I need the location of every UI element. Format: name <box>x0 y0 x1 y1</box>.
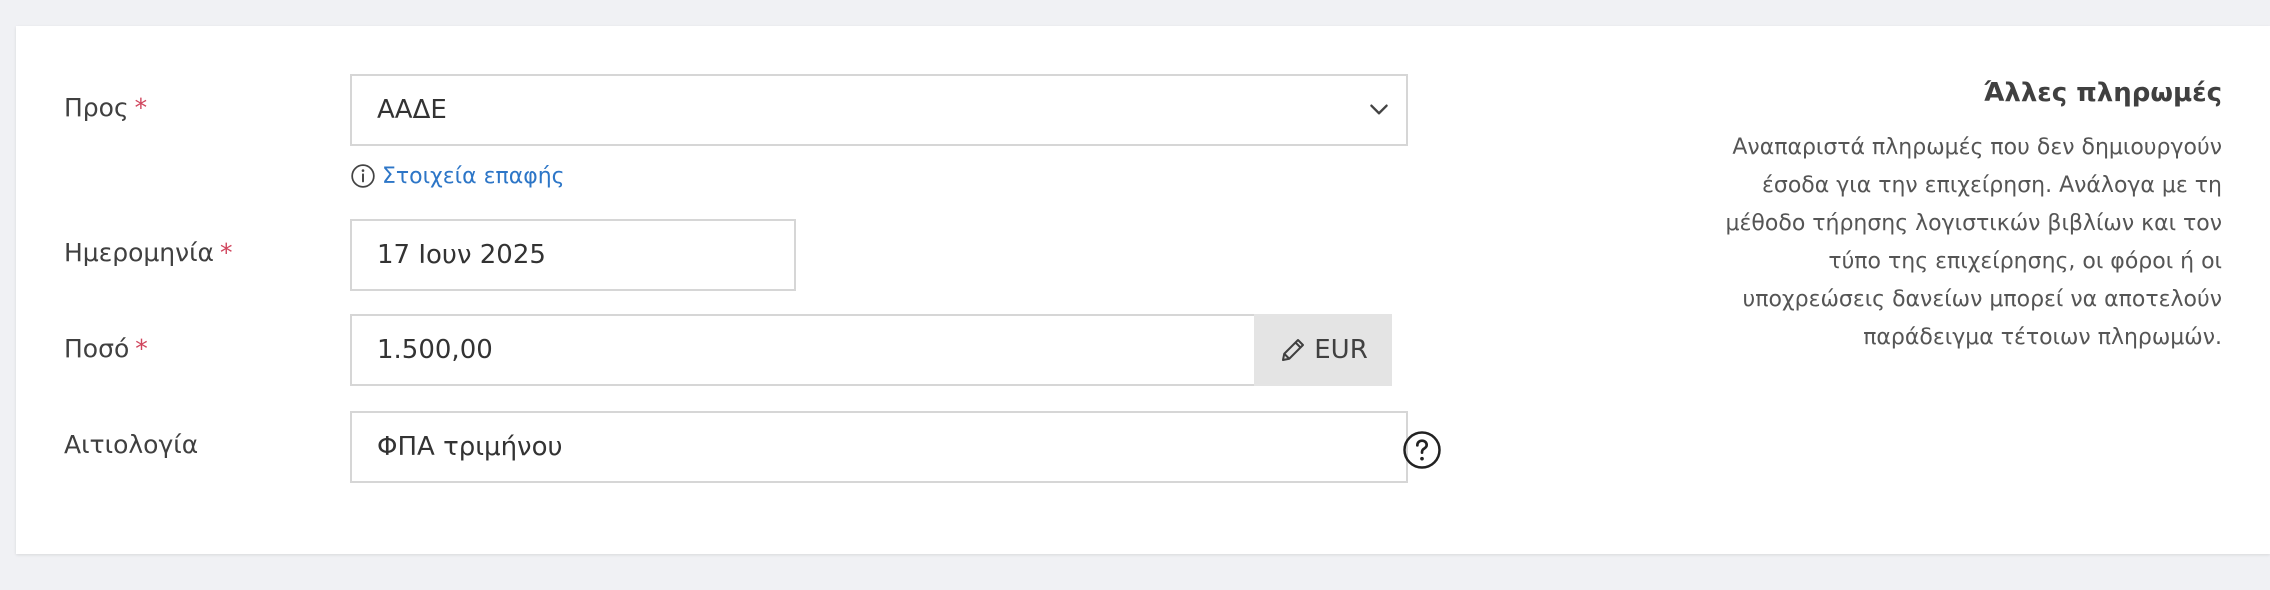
date-input-value: 17 Ιουν 2025 <box>377 240 546 270</box>
amount-label: Ποσό * <box>64 333 148 365</box>
chevron-down-icon <box>1370 104 1388 115</box>
to-label-text: Προς <box>64 93 129 122</box>
description-line: μέθοδο τήρησης λογιστικών βιβλίων και το… <box>1725 211 2222 236</box>
to-label: Προς * <box>64 92 147 124</box>
description-line: παράδειγμα τέτοιων πληρωμών. <box>1863 325 2222 350</box>
sidebar-description: Αναπαριστά πληρωμές που δεν δημιουργούν … <box>1662 129 2222 357</box>
required-mark: * <box>135 334 148 363</box>
amount-input-value: 1.500,00 <box>377 335 493 365</box>
reason-input-value: ΦΠΑ τριμήνου <box>377 432 563 462</box>
amount-input[interactable]: 1.500,00 <box>350 314 1270 386</box>
sidebar-title: Άλλες πληρωμές <box>1983 78 2222 108</box>
required-mark: * <box>134 93 148 122</box>
contact-info-link[interactable]: Στοιχεία επαφής <box>350 160 565 192</box>
description-line: τύπο της επιχείρησης, οι φόροι ή οι <box>1828 249 2222 274</box>
date-input[interactable]: 17 Ιουν 2025 <box>350 219 796 291</box>
to-select[interactable]: ΑΑΔΕ <box>350 74 1408 146</box>
pencil-icon <box>1282 339 1305 361</box>
amount-label-text: Ποσό <box>64 334 130 363</box>
required-mark: * <box>220 238 233 267</box>
description-line: υποχρεώσεις δανείων μπορεί να αποτελούν <box>1742 287 2222 312</box>
reason-label: Αιτιολογία <box>64 429 198 461</box>
help-icon[interactable] <box>1402 430 1442 470</box>
to-select-value: ΑΑΔΕ <box>377 95 447 125</box>
currency-label: EUR <box>1314 335 1368 365</box>
reason-label-text: Αιτιολογία <box>64 430 199 459</box>
date-label-text: Ημερομηνία <box>64 238 215 267</box>
date-label: Ημερομηνία * <box>64 237 233 269</box>
description-line: Αναπαριστά πληρωμές που δεν δημιουργούν <box>1732 135 2222 160</box>
info-icon <box>351 164 375 188</box>
reason-input[interactable]: ΦΠΑ τριμήνου <box>350 411 1408 483</box>
currency-edit-button[interactable]: EUR <box>1254 314 1392 386</box>
payment-form-card: Προς * ΑΑΔΕ Στοιχεία επαφής Ημερομηνία * 1… <box>16 26 2270 554</box>
contact-info-text: Στοιχεία επαφής <box>382 163 565 189</box>
description-line: έσοδα για την επιχείρηση. Ανάλογα με τη <box>1762 173 2222 198</box>
